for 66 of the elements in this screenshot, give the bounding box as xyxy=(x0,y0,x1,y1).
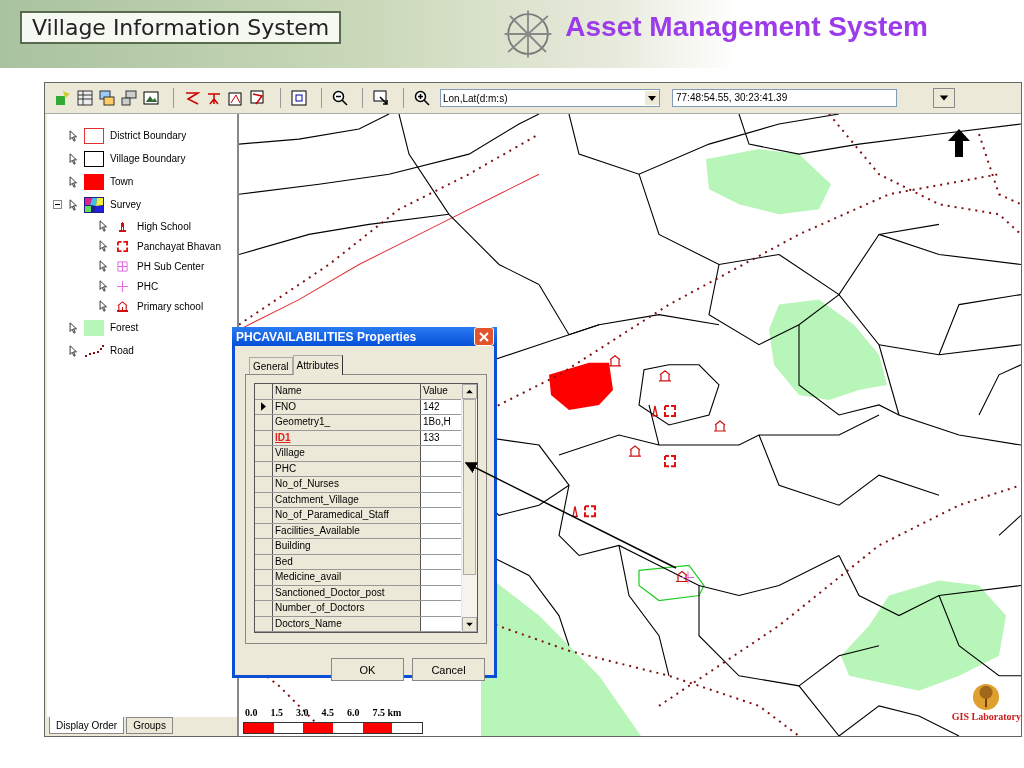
pointer-icon[interactable] xyxy=(99,280,108,292)
banner-title: Village Information System xyxy=(20,10,342,44)
legend-label: PH Sub Center xyxy=(137,260,205,272)
pointer-icon[interactable] xyxy=(69,198,78,211)
tree-emblem-icon xyxy=(972,683,1001,711)
close-icon xyxy=(479,331,489,342)
cancel-button[interactable]: Cancel xyxy=(412,658,485,681)
legend-label: High School xyxy=(137,220,191,232)
scroll-up-icon[interactable] xyxy=(466,389,473,394)
pointer-icon[interactable] xyxy=(69,152,78,165)
attribute-value[interactable]: 1Bo,H xyxy=(421,415,461,430)
dialog-tab[interactable]: General xyxy=(249,357,293,374)
row-pointer-icon xyxy=(261,402,266,412)
branch-tool-icon[interactable] xyxy=(206,90,222,106)
pointer-icon[interactable] xyxy=(99,260,108,272)
legend-label: Survey xyxy=(110,199,142,210)
banner-subtitle: Asset Management System xyxy=(565,11,928,43)
pointer-icon[interactable] xyxy=(99,240,108,252)
scale-label: 1.5 xyxy=(270,707,283,718)
scroll-down-icon[interactable] xyxy=(466,622,473,627)
polygon-tool-icon[interactable] xyxy=(250,90,266,106)
pointer-icon[interactable] xyxy=(69,175,78,188)
north-arrow-icon xyxy=(947,128,971,158)
edit-shape-icon[interactable] xyxy=(228,90,244,106)
survey-swatch-icon xyxy=(84,196,104,213)
legend-label: Village Boundary xyxy=(110,153,186,164)
logo-caption: GIS Laboratory xyxy=(951,711,1021,722)
picture-frame-icon[interactable] xyxy=(143,90,159,106)
layers-icon[interactable] xyxy=(99,90,115,106)
panel-tab[interactable]: Groups xyxy=(126,717,173,734)
full-extent-icon[interactable] xyxy=(291,90,307,106)
scrollbar[interactable] xyxy=(462,384,477,632)
pointer-icon[interactable] xyxy=(69,321,78,334)
pointer-icon[interactable] xyxy=(99,220,108,232)
pan-icon[interactable] xyxy=(373,90,389,106)
dropdown-button[interactable] xyxy=(933,88,955,108)
legend-label: Road xyxy=(110,345,134,356)
pointer-icon[interactable] xyxy=(69,344,78,357)
pointer-icon[interactable] xyxy=(69,129,78,142)
column-header[interactable]: Value xyxy=(421,384,461,399)
collapse-toggle-icon[interactable] xyxy=(53,200,62,209)
close-button[interactable] xyxy=(474,327,494,346)
scale-label: 0.0 xyxy=(245,707,258,718)
windows-icon[interactable] xyxy=(121,90,137,106)
legend-label: Town xyxy=(110,176,134,187)
legend-label: Forest xyxy=(110,322,139,333)
dialog-title: PHCAVAILABILITIES Properties xyxy=(236,329,417,344)
table-icon[interactable] xyxy=(77,90,93,106)
zoom-out-icon[interactable] xyxy=(332,90,348,106)
scale-label: 3.0 xyxy=(296,707,309,718)
line-tool-icon[interactable] xyxy=(184,90,200,106)
scale-label: 6.0 xyxy=(347,707,360,718)
coordinates-field[interactable]: 77:48:54.55, 30:23:41.39 xyxy=(672,89,897,107)
panel-tab[interactable]: Display Order xyxy=(49,717,125,734)
legend-label: Primary school xyxy=(137,300,204,312)
ok-button[interactable]: OK xyxy=(331,658,404,681)
legend-label: District Boundary xyxy=(110,130,187,141)
coordinate-system-dropdown[interactable]: Lon,Lat(d:m:s) xyxy=(440,89,660,107)
scale-label: 4.5 xyxy=(321,707,334,718)
legend-label: Panchayat Bhavan xyxy=(137,240,221,252)
zoom-in-icon[interactable] xyxy=(414,90,430,106)
scale-label: 7.5 km xyxy=(372,707,402,718)
pointer-icon[interactable] xyxy=(99,300,108,312)
legend-label: PHC xyxy=(137,280,159,292)
dialog-tab[interactable]: Attributes xyxy=(292,355,343,375)
column-header[interactable]: Name xyxy=(273,384,421,399)
